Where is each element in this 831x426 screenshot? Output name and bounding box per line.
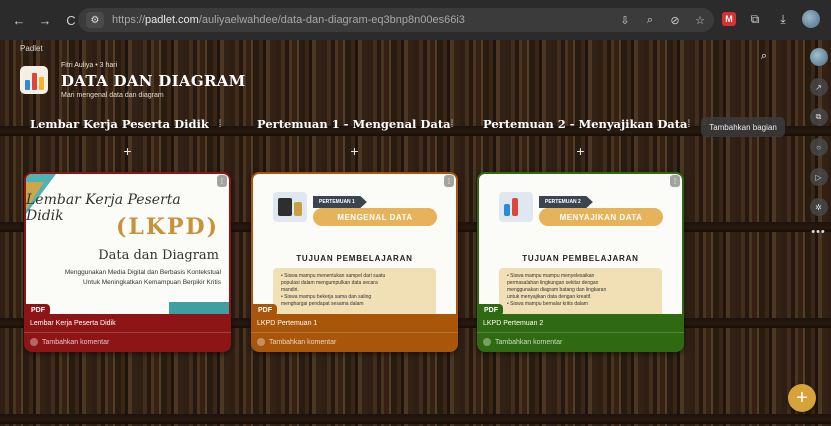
column-menu-icon[interactable]: ⁞	[215, 119, 225, 130]
url-path: /auliyaelwahdee/data-dan-diagram-eq3bnp8…	[198, 14, 465, 26]
thumbnail-subtitle: Data dan Diagram	[98, 248, 219, 263]
card-menu-icon[interactable]: ⁞	[670, 175, 680, 187]
attachment-name[interactable]: Lembar Kerja Peserta Didik	[30, 320, 116, 327]
slideshow-icon[interactable]: ▷	[809, 168, 828, 186]
star-icon[interactable]: ☆	[692, 12, 708, 28]
browser-toolbar: ← → C ⚙ https://padlet.com/auliyaelwahde…	[0, 0, 831, 40]
puzzle-icon[interactable]: ⧉	[746, 10, 764, 28]
column-header: Pertemuan 1 - Mengenal Data ⁞	[251, 112, 458, 136]
post-card[interactable]: PERTEMUAN 2 MENYAJIKAN DATA TUJUAN PEMBE…	[477, 172, 684, 352]
padlet-board: Padlet Fitri Auliya • 3 hari DATA DAN DI…	[0, 40, 831, 426]
post-card[interactable]: Lembar Kerja Peserta Didik (LKPD) Data d…	[24, 172, 231, 352]
comment-icon	[483, 338, 491, 346]
url-prefix: https://	[112, 14, 146, 26]
thumbnail-heading: TUJUAN PEMBELAJARAN	[522, 254, 639, 263]
column-header: Lembar Kerja Peserta Didik ⁞	[24, 112, 231, 136]
thumbnail-objectives: • Siswa mampu menentukan sampel dari sua…	[273, 268, 436, 314]
add-post-button[interactable]: +	[477, 138, 684, 164]
attachment-name[interactable]: LKPD Pertemuan 1	[257, 320, 317, 327]
column-pertemuan-1: Pertemuan 1 - Mengenal Data ⁞ + PERTEMUA…	[251, 112, 458, 352]
thumbnail-session-label: PERTEMUAN 1	[313, 196, 367, 208]
address-bar[interactable]: ⚙ https://padlet.com/auliyaelwahdee/data…	[78, 8, 714, 32]
pdf-thumbnail[interactable]: Lembar Kerja Peserta Didik (LKPD) Data d…	[26, 174, 229, 314]
zoom-icon[interactable]: ⌕	[642, 12, 658, 28]
thumbnail-session-label: PERTEMUAN 2	[539, 196, 593, 208]
add-comment-label: Tambahkan komentar	[269, 338, 337, 346]
column-title[interactable]: Pertemuan 2 - Menyajikan Data	[483, 117, 688, 131]
add-post-fab[interactable]: +	[788, 384, 816, 412]
share-icon[interactable]: ⧉	[809, 108, 828, 126]
eye-off-icon[interactable]: ⊘	[667, 12, 683, 28]
add-post-button[interactable]: +	[251, 138, 458, 164]
thumbnail-desc-1: Menggunakan Media Digital dan Berbasis K…	[64, 269, 221, 276]
add-comment-button[interactable]: Tambahkan komentar	[483, 338, 562, 346]
extension-icon[interactable]: M	[722, 12, 736, 26]
thumbnail-session-title: MENYAJIKAN DATA	[539, 208, 663, 226]
settings-icon[interactable]: ✲	[809, 198, 828, 216]
column-header: Pertemuan 2 - Menyajikan Data ⁞	[477, 112, 690, 136]
board-logo-chart-icon	[20, 66, 48, 94]
column-pertemuan-2: Pertemuan 2 - Menyajikan Data ⁞ + PERTEM…	[477, 112, 690, 352]
comment-icon	[30, 338, 38, 346]
attachment-name[interactable]: LKPD Pertemuan 2	[483, 320, 543, 327]
board-description: Mari mengenal data dan diagram	[61, 92, 164, 99]
url-text[interactable]: https://padlet.com/auliyaelwahdee/data-d…	[112, 14, 465, 26]
add-comment-label: Tambahkan komentar	[42, 338, 110, 346]
search-icon[interactable]: ⌕	[756, 48, 772, 64]
more-icon[interactable]: •••	[811, 226, 826, 238]
add-comment-button[interactable]: Tambahkan komentar	[257, 338, 336, 346]
add-comment-button[interactable]: Tambahkan komentar	[30, 338, 109, 346]
thumbnail-heading: TUJUAN PEMBELAJARAN	[296, 254, 413, 263]
thumbnail-big-title: (LKPD)	[115, 214, 219, 240]
card-menu-icon[interactable]: ⁞	[444, 175, 454, 187]
comment-icon	[257, 338, 265, 346]
pdf-thumbnail[interactable]: PERTEMUAN 1 MENGENAL DATA TUJUAN PEMBELA…	[253, 174, 456, 314]
install-icon[interactable]: ⇩	[617, 12, 633, 28]
file-type-badge: PDF	[253, 304, 277, 316]
user-avatar[interactable]	[809, 48, 828, 66]
column-menu-icon[interactable]: ⁞	[688, 119, 691, 130]
profile-avatar[interactable]	[802, 10, 820, 28]
thumbnail-session-title: MENGENAL DATA	[313, 208, 437, 226]
post-card[interactable]: PERTEMUAN 1 MENGENAL DATA TUJUAN PEMBELA…	[251, 172, 458, 352]
add-comment-label: Tambahkan komentar	[495, 338, 563, 346]
remix-icon[interactable]: ↗	[809, 78, 828, 96]
column-title[interactable]: Pertemuan 1 - Mengenal Data	[257, 117, 451, 131]
thumbnail-objectives: • Siswa mampu mampu menyelesaikan permas…	[499, 268, 662, 314]
url-host: padlet.com	[145, 14, 199, 26]
forward-icon[interactable]: →	[34, 9, 56, 31]
back-icon[interactable]: ←	[8, 9, 30, 31]
book-icon	[273, 192, 307, 222]
padlet-brand[interactable]: Padlet	[20, 44, 43, 53]
thumbnail-desc-2: Untuk Meningkatkan Kemampuan Berpikir Kr…	[82, 279, 221, 286]
add-section-button[interactable]: Tambahkan bagian	[701, 117, 785, 137]
pdf-thumbnail[interactable]: PERTEMUAN 2 MENYAJIKAN DATA TUJUAN PEMBE…	[479, 174, 682, 314]
column-menu-icon[interactable]: ⁞	[451, 119, 454, 130]
card-menu-icon[interactable]: ⁞	[217, 175, 227, 187]
add-post-button[interactable]: +	[24, 138, 231, 164]
site-info-icon[interactable]: ⚙	[86, 12, 104, 28]
chart-icon	[499, 192, 533, 222]
notification-icon[interactable]: ○	[809, 138, 828, 156]
board-title: DATA DAN DIAGRAM	[61, 72, 246, 90]
column-lkpd: Lembar Kerja Peserta Didik ⁞ + Lembar Ke…	[24, 112, 231, 352]
file-type-badge: PDF	[26, 304, 50, 316]
file-type-badge: PDF	[479, 304, 503, 316]
download-icon[interactable]: ⤓	[774, 10, 792, 28]
screen: ← → C ⚙ https://padlet.com/auliyaelwahde…	[0, 0, 831, 426]
column-title[interactable]: Lembar Kerja Peserta Didik	[30, 117, 209, 131]
right-toolbar: ↗ ⧉ ○ ▷ ✲ •••	[806, 40, 831, 426]
board-author: Fitri Auliya • 3 hari	[61, 62, 118, 69]
